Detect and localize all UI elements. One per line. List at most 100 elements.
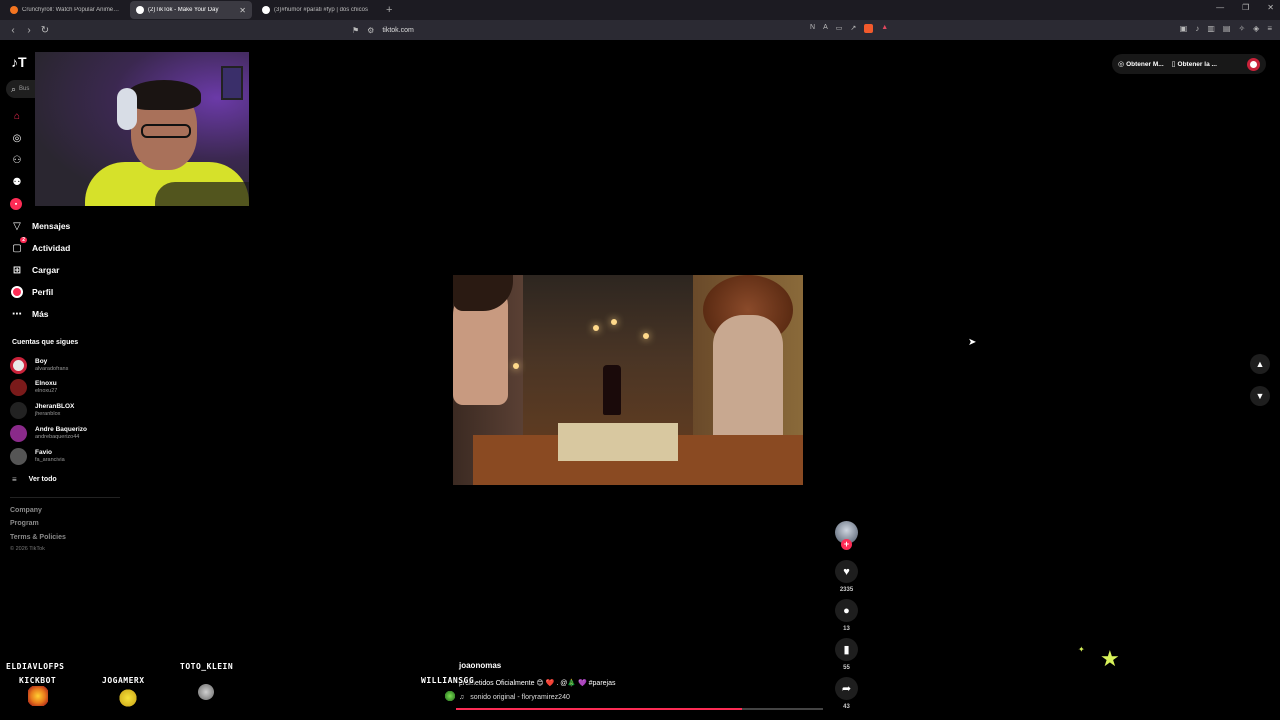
restore-icon[interactable]: ❐: [1242, 3, 1249, 12]
video-player[interactable]: [453, 275, 803, 485]
media-icon[interactable]: ♪: [1195, 24, 1199, 33]
copyright: © 2026 TikTok: [10, 546, 45, 552]
share-icon[interactable]: ➦: [835, 677, 858, 700]
comment-action[interactable]: ● 13: [835, 599, 858, 632]
window-controls: — ❐ ✕: [1216, 3, 1274, 12]
wallet-icon[interactable]: ▤: [1223, 24, 1231, 33]
leo-icon[interactable]: ✧: [1238, 24, 1245, 33]
nav-label: Más: [32, 309, 49, 319]
overlay-label: KICKBOT: [19, 676, 57, 685]
see-all-following[interactable]: ≡ Ver todo: [12, 475, 57, 484]
nav-upload[interactable]: ⊞ Cargar: [10, 262, 60, 278]
save-action[interactable]: ▮ 55: [835, 638, 858, 671]
footer-link-terms[interactable]: Terms & Policies: [10, 534, 66, 541]
translate-icon[interactable]: A: [823, 24, 828, 33]
bookmark-icon[interactable]: ▮: [835, 638, 858, 661]
activity-badge: 2: [20, 237, 27, 243]
see-all-label: Ver todo: [28, 476, 57, 483]
overlay-label: JOGAMERX: [102, 676, 145, 685]
close-tab-icon[interactable]: ✕: [239, 6, 246, 15]
progress-fill: [456, 708, 743, 710]
heart-icon[interactable]: ♥: [835, 560, 858, 583]
more-icon: ⋯: [12, 308, 22, 320]
like-action[interactable]: ♥ 2335: [835, 560, 858, 593]
cast-icon[interactable]: ▭: [836, 24, 843, 33]
nav-messages[interactable]: ▽ Mensajes: [10, 218, 70, 234]
friends-icon: ⚉: [12, 176, 22, 188]
browser-tab-crunchyroll[interactable]: Crunchyroll: Watch Popular Anime, P: [4, 1, 126, 19]
tiktok-logo-icon[interactable]: ♪T: [11, 54, 27, 70]
phone-icon: ▯: [1171, 61, 1176, 68]
tiktok-favicon-icon: [136, 6, 144, 14]
user-avatar[interactable]: [1247, 57, 1260, 71]
browser-tab-tiktok[interactable]: (2)TikTok - Make Your Day ✕: [130, 1, 252, 19]
avatar: [10, 448, 27, 465]
alert-icon[interactable]: ▲: [881, 24, 888, 33]
reader-icon[interactable]: N: [810, 24, 815, 33]
nav-label: Cargar: [32, 265, 60, 275]
nav-label: Perfil: [32, 287, 54, 297]
account-username: jheranblox: [35, 411, 61, 417]
fire-sprite-icon: [28, 686, 48, 706]
back-icon[interactable]: ‹: [6, 25, 20, 36]
previous-video-button[interactable]: ▲: [1250, 354, 1270, 374]
nav-activity[interactable]: ▢ 2 Actividad: [10, 237, 70, 256]
search-icon: ⌕: [11, 83, 17, 94]
browser-tab-humor[interactable]: (3)#humor #parati #fyp | dos chicos: [256, 1, 378, 19]
get-coins-button[interactable]: ◎ Obtener M...: [1118, 60, 1164, 68]
profile-icon: [10, 285, 24, 299]
nav-friends[interactable]: ⚉: [10, 174, 32, 190]
new-tab-icon[interactable]: +: [386, 4, 392, 16]
menu-icon[interactable]: ≡: [1267, 24, 1272, 33]
video-progress-bar[interactable]: [456, 708, 823, 710]
yellow-sprite-icon: [118, 688, 138, 708]
following-account[interactable]: Andre Baquerizo andrebaquerizo44: [10, 425, 87, 442]
following-account[interactable]: Boy alvaradofrans: [10, 357, 68, 374]
site-info-icon[interactable]: ⚙: [367, 26, 374, 35]
video-author[interactable]: joaonomas: [459, 661, 501, 670]
footer-link-company[interactable]: Company: [10, 507, 42, 514]
video-description: prometidos Oficialmente 😊 ❤️ . @🎄 💜 #par…: [459, 680, 616, 687]
ghost-sprite-icon: [196, 682, 216, 702]
address-bar-icons: N A ▭ ↗ ▲: [810, 24, 888, 33]
account-username: andrebaquerizo44: [35, 434, 80, 440]
share-count: 43: [843, 704, 850, 710]
get-app-button[interactable]: ▯ Obtener la ...: [1172, 60, 1217, 68]
browser-nav-bar: ‹ › ↻ ⚑ ⚙ tiktok.com N A ▭ ↗ ▲ ▣ ♪ ▥ ▤ ✧…: [0, 20, 1280, 40]
share-action[interactable]: ➦ 43: [835, 677, 858, 710]
next-video-button[interactable]: ▼: [1250, 386, 1270, 406]
nav-profile[interactable]: Perfil: [10, 284, 53, 300]
sidebar-icon[interactable]: ▥: [1207, 24, 1215, 33]
video-light: [593, 325, 599, 331]
avatar: [10, 402, 27, 419]
reload-icon[interactable]: ↻: [38, 25, 52, 36]
vpn-icon[interactable]: ◈: [1253, 24, 1259, 33]
close-window-icon[interactable]: ✕: [1267, 3, 1274, 12]
live-icon: ▪: [10, 198, 22, 210]
forward-icon[interactable]: ›: [22, 25, 36, 36]
account-name: Andre Baquerizo: [35, 426, 88, 433]
following-account[interactable]: Favio fa_arancivia: [10, 448, 65, 465]
following-account[interactable]: Elnoxu elnoxu27: [10, 379, 57, 396]
tab-title: (2)TikTok - Make Your Day: [148, 7, 219, 13]
url-text: tiktok.com: [382, 26, 414, 34]
webcam-headset: [117, 88, 137, 130]
account-name: Elnoxu: [35, 380, 57, 387]
nav-explore[interactable]: ◎: [10, 130, 32, 146]
following-account[interactable]: JheranBLOX jheranblox: [10, 402, 74, 419]
video-sound[interactable]: ♫ sonido original - floryramirez240: [459, 694, 570, 701]
brave-shields-icon[interactable]: [864, 24, 874, 33]
follow-plus-icon[interactable]: +: [841, 539, 852, 550]
bookmark-icon[interactable]: ⚑: [352, 26, 359, 35]
nav-live[interactable]: ▪: [10, 196, 30, 212]
nav-more[interactable]: ⋯ Más: [10, 306, 49, 322]
streamer-webcam: [35, 52, 249, 206]
nav-following[interactable]: ⚇: [10, 152, 32, 168]
footer-link-program[interactable]: Program: [10, 520, 39, 527]
share-icon[interactable]: ↗: [850, 24, 856, 33]
extensions-icon[interactable]: ▣: [1180, 24, 1188, 33]
nav-for-you[interactable]: ⌂: [10, 108, 32, 124]
account-name: Boy: [35, 358, 48, 365]
minimize-icon[interactable]: —: [1216, 3, 1224, 12]
comment-icon[interactable]: ●: [835, 599, 858, 622]
